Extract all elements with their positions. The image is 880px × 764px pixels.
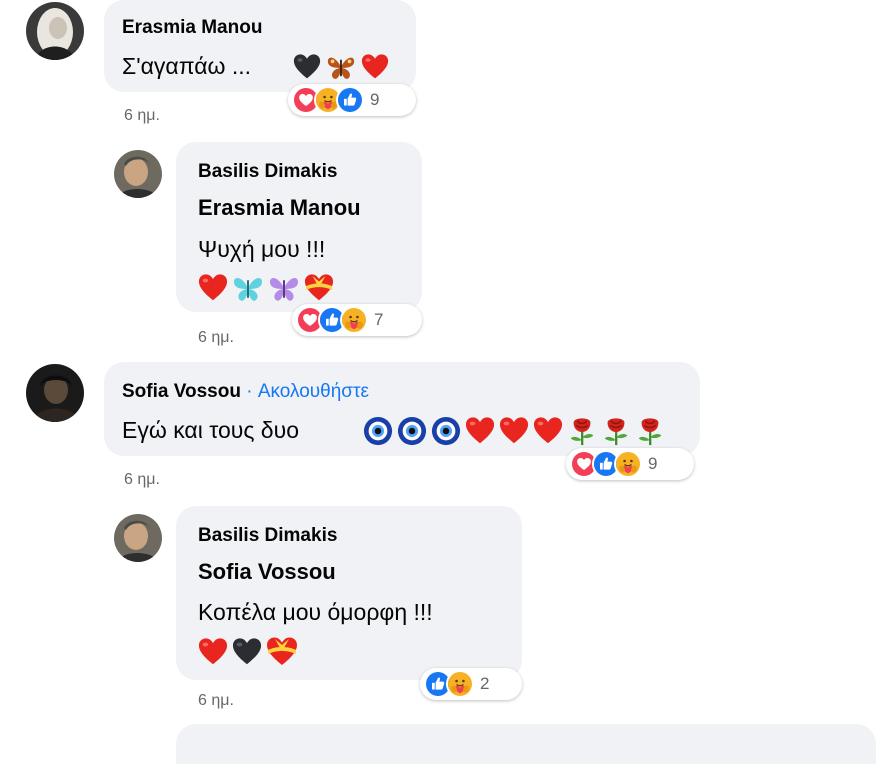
red-heart-icon (465, 416, 495, 446)
mention-link[interactable]: Sofia Vossou (198, 559, 336, 585)
comment-timestamp[interactable]: 6 ημ. (198, 329, 234, 347)
comment-author[interactable]: Erasmia Manou (122, 17, 262, 39)
rose-icon (601, 416, 631, 446)
reactions-summary[interactable]: 9 (566, 448, 694, 480)
avatar-basilis-dimakis[interactable] (114, 150, 162, 198)
nazar-amulet-icon (397, 416, 427, 446)
nazar-amulet-icon (431, 416, 461, 446)
comment-text: Σ'αγαπάω ... (122, 53, 252, 79)
follow-button[interactable]: · Ακολουθήστε (246, 381, 369, 402)
nazar-amulet-icon (363, 416, 393, 446)
avatar-sofia-vossou[interactable] (26, 364, 84, 422)
comment-author[interactable]: Basilis Dimakis (198, 161, 337, 183)
comment-timestamp[interactable]: 6 ημ. (124, 107, 160, 125)
red-heart-icon (533, 416, 563, 446)
black-heart-icon (293, 53, 321, 81)
comment-emojis (198, 636, 298, 668)
comment-author-row: Sofia Vossou · Ακολουθήστε (122, 381, 369, 403)
heart-with-ribbon-icon (266, 636, 298, 668)
reaction-count: 7 (374, 310, 384, 329)
profile-photo-icon (114, 150, 162, 198)
red-heart-icon (361, 53, 389, 81)
care-reaction-icon (614, 450, 642, 478)
blue-butterfly-icon (232, 272, 264, 304)
red-heart-icon (198, 273, 228, 303)
avatar-basilis-dimakis[interactable] (114, 514, 162, 562)
red-heart-icon (198, 637, 228, 667)
profile-photo-icon (26, 2, 84, 60)
care-reaction-icon (340, 306, 368, 334)
reaction-count: 2 (480, 674, 490, 693)
comment-emojis (293, 52, 389, 82)
avatar-erasmia-manou[interactable] (26, 2, 84, 60)
profile-photo-icon (26, 364, 84, 422)
comment-timestamp[interactable]: 6 ημ. (198, 692, 234, 710)
black-heart-icon (232, 637, 262, 667)
rose-icon (635, 416, 665, 446)
comment-author[interactable]: Basilis Dimakis (198, 525, 337, 547)
comment-text: Εγώ και τους δυο (122, 417, 299, 443)
purple-butterfly-icon (268, 272, 300, 304)
heart-with-ribbon-icon (304, 273, 334, 303)
care-reaction-icon (446, 670, 474, 698)
reaction-count: 9 (370, 90, 380, 109)
comment-timestamp[interactable]: 6 ημ. (124, 471, 160, 489)
comment-text: Κοπέλα μου όμορφη !!! (198, 599, 433, 625)
mention-link[interactable]: Erasmia Manou (198, 195, 361, 221)
rose-icon (567, 416, 597, 446)
like-reaction-icon (336, 86, 364, 114)
red-heart-icon (499, 416, 529, 446)
comment-emojis (198, 272, 334, 304)
reactions-summary[interactable]: 2 (420, 668, 522, 700)
profile-photo-icon (114, 514, 162, 562)
comment-text: Ψυχή μου !!! (198, 236, 326, 262)
reactions-summary[interactable]: 7 (292, 304, 422, 336)
reaction-count: 9 (648, 454, 658, 473)
comment-emojis (363, 416, 665, 446)
reactions-summary[interactable]: 9 (288, 84, 416, 116)
butterfly-icon (325, 52, 357, 82)
comment-author[interactable]: Sofia Vossou (122, 381, 241, 402)
next-comment-bubble (176, 724, 876, 764)
